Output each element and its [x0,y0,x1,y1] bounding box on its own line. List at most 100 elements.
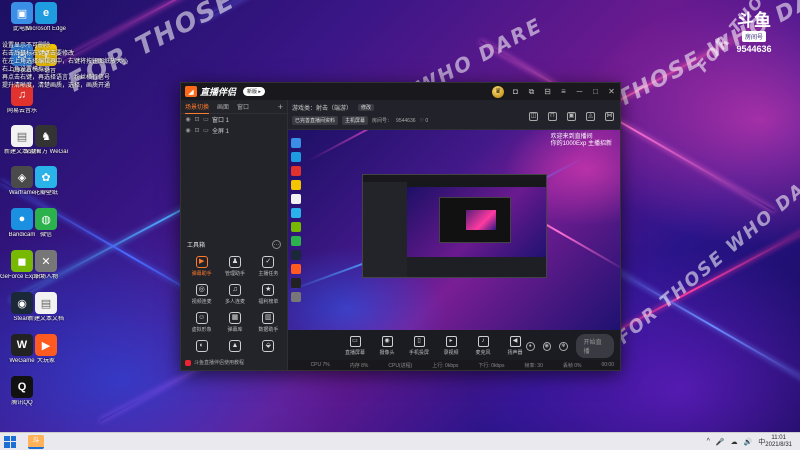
tool-item[interactable]: ▶ 弹幕助手 [185,256,218,277]
screen-source-chip[interactable]: 主机屏幕 [342,116,369,125]
status-item: 丢帧 0% [562,362,582,369]
desktop-icon-label: 腾讯QQ [11,400,33,406]
source-control[interactable]: ◉ 摄像头 [376,336,398,356]
tab-picture[interactable]: 画面 [217,100,229,113]
level-medal-icon[interactable]: ♛ [492,85,504,98]
app-icon: ◍ [35,208,57,230]
tray-icon[interactable]: 中 [758,437,765,447]
menu-icon[interactable]: ≡ [559,87,568,96]
desktop-icon-label: 大玩家 [36,358,55,364]
desktop-icon[interactable]: ▶ 大玩家 [24,334,68,365]
gift-box-icon[interactable]: ◫ [529,112,538,121]
desktop-icon[interactable]: ▤ 新建文本文档 [24,292,68,323]
tool-item[interactable]: ◐ [185,340,218,354]
tray-icon[interactable]: ☁ [731,438,738,446]
status-item: 下行: 0kbps [478,362,505,369]
tool-item[interactable]: ★ 福利榜单 [252,284,285,305]
source-control[interactable]: ◀ 扬声器 [504,336,526,356]
lock-icon[interactable]: ⊡ [194,127,200,134]
preview-icon [291,250,301,260]
main-area: 游戏类：射击（端游） 修改 已完善直播间资料 主机屏幕 房间号： 9544636… [288,100,620,370]
tutorial-link[interactable]: 斗鱼直播伴侣使用教程 [185,359,244,366]
tool-label: 管理助手 [224,271,245,277]
system-tray: ^ 🎤 ☁ 🔊 中 [707,437,766,447]
tool-item[interactable]: ▦ 弹幕库 [218,312,251,333]
tool-label: 主播任务 [258,271,279,277]
maximize-icon[interactable]: □ [591,87,600,96]
nested-window-2 [439,197,511,243]
add-scene-icon[interactable]: + [278,102,283,112]
stream-preview[interactable]: 欢迎来到直播间 你的1000Exp 主播招新 [288,130,620,330]
eye-icon[interactable]: ◉ [542,341,552,351]
tutorial-label: 斗鱼直播伴侣使用教程 [194,360,245,366]
app-icon: ▶ [35,334,57,356]
tool-icon: ⬙ [262,340,275,352]
scene-item[interactable]: ◉ ⊡ ▭ 窗口 1 [181,114,287,125]
bell-icon[interactable]: ◬ [586,112,595,121]
monitor-icon: ▭ [203,128,209,134]
tool-item[interactable]: ▥ 数据助手 [252,312,285,333]
record-icon[interactable]: ● [526,341,535,351]
preview-light-streak [307,130,503,162]
tray-icon[interactable]: 🔊 [744,438,753,446]
scene-tabs: 场景切换 画面 窗口 + [181,100,287,114]
eye-icon[interactable]: ◉ [185,127,191,134]
eye-icon[interactable]: ◉ [185,116,191,123]
settings-icon[interactable]: ✻ [559,341,568,351]
gift-icon[interactable]: ⊟ [543,87,552,96]
app-logo-icon: ◢ [185,86,197,97]
desktop-icon[interactable]: ◍ 微信 [24,208,68,239]
edit-category-button[interactable]: 修改 [358,104,375,111]
source-label: 扬声器 [507,350,523,356]
desktop-icon[interactable]: ✿ 花瓣壁纸 [24,166,68,197]
room-info-header: 游戏类：射击（端游） 修改 已完善直播间资料 主机屏幕 房间号： 9544636… [288,100,620,130]
app-icon: ▤ [35,292,57,314]
desktop-icon[interactable]: e Microsoft Edge [24,2,68,33]
tray-icon[interactable]: 🎤 [716,438,725,446]
tool-item[interactable]: ☺ 虚拟形象 [185,312,218,333]
lock-icon[interactable]: ⊡ [194,116,200,123]
close-icon[interactable]: ✕ [607,87,616,96]
clock[interactable]: 11:01 2021/8/31 [765,435,792,449]
source-control[interactable]: ♪ 麦克风 [472,336,494,356]
room-status-chip[interactable]: 已完善直播间资料 [292,116,339,125]
minimize-icon[interactable]: ─ [575,87,584,96]
room-number: 9544636 [736,44,772,54]
tab-scene[interactable]: 场景切换 [185,100,210,114]
tray-icon[interactable]: ^ [707,438,710,445]
tool-item[interactable]: ⬙ [252,340,285,354]
status-bar: CPU 7% 内存 8% CPU(进程) 上行: 0kbps 下行: 0kbps 帧率: … [288,360,620,370]
tab-window[interactable]: 窗口 [237,100,249,113]
scene-item[interactable]: ◉ ⊡ ▭ 全屏 1 [181,125,287,136]
tool-icon: ✓ [262,256,275,268]
more-tools-icon[interactable]: … [272,240,281,249]
status-item: 内存 8% [349,362,369,369]
tool-item[interactable]: ♟ 管理助手 [218,256,251,277]
app-name: 直播伴侣 [200,87,237,97]
source-control[interactable]: ▯ 手机投屏 [408,336,430,356]
share-icon[interactable]: ⧉ [527,87,536,96]
scene-list: ◉ ⊡ ▭ 窗口 1 ◉ ⊡ ▭ 全屏 1 [181,114,287,136]
tool-item[interactable]: ◎ 视频连麦 [185,284,218,305]
tool-item[interactable]: ✓ 主播任务 [252,256,285,277]
taskbar-app-douyu[interactable]: 斗 [28,434,44,449]
display-icon[interactable]: ▣ [567,112,576,121]
desktop-icon[interactable]: ♞ 深度官方 WeGame版 [24,125,68,156]
desktop-icon[interactable]: ✕ 职场人物 [24,250,68,281]
tool-item[interactable]: ▲ [218,340,251,354]
lock-icon[interactable]: ⊓ [548,112,557,121]
camera-icon[interactable]: ◘ [511,87,520,96]
source-icon: ▯ [413,336,425,347]
source-control[interactable]: ▸ 录视频 [440,336,462,356]
desktop-icon[interactable]: Q 腾讯QQ [0,376,44,407]
share-out-icon[interactable]: ⋈ [605,112,614,121]
start-stream-button[interactable]: 开始直播 [575,334,614,358]
source-control[interactable]: ▭ 直播屏幕 [344,336,366,356]
source-label: 录视频 [443,350,459,356]
source-label: 摄像头 [379,350,395,356]
preview-icon [291,278,301,288]
windows-start-icon[interactable] [4,435,16,448]
version-pill[interactable]: 新版 ▸ [243,87,265,96]
app-logo: ◢ 直播伴侣 新版 ▸ [185,85,265,98]
tool-item[interactable]: ♫ 多人连麦 [218,284,251,305]
